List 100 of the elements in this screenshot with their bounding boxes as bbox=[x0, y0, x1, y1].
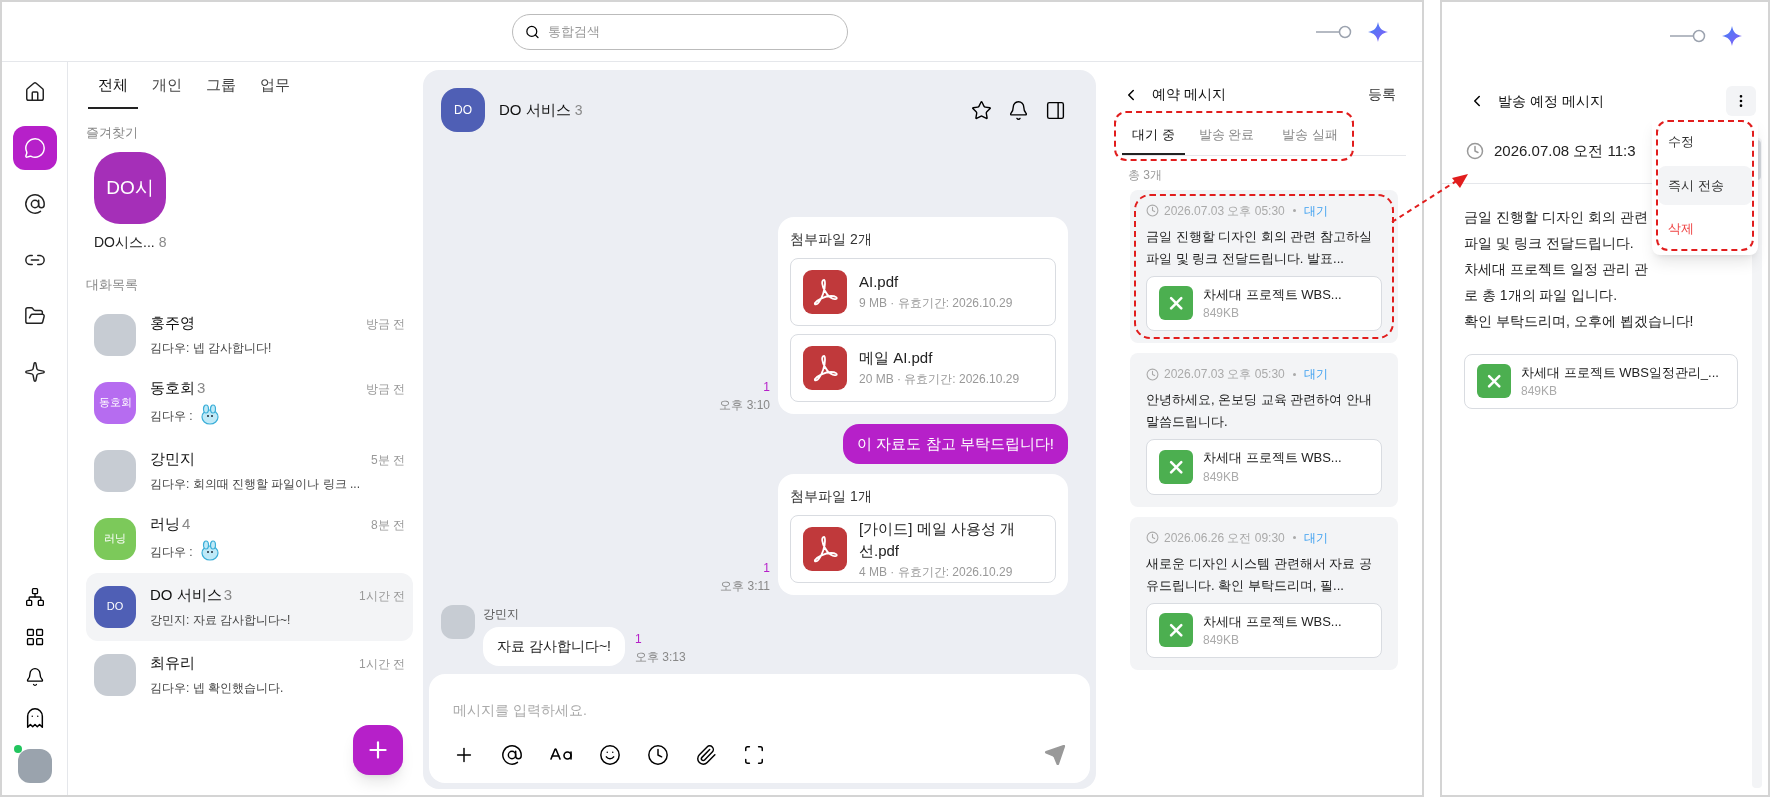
menu-item[interactable]: 수정 bbox=[1658, 122, 1752, 162]
slider-toggle-icon[interactable] bbox=[1670, 29, 1706, 43]
message-preview: 김다우: 넵 감사합니다! bbox=[150, 339, 272, 357]
file-size: 849KB bbox=[1203, 632, 1241, 649]
favorite-avatar[interactable]: DO시 bbox=[94, 152, 166, 224]
file-name: AI.pdf bbox=[859, 272, 900, 293]
file-attachment[interactable]: 차세대 프로젝트 WBS... 849KB bbox=[1146, 602, 1382, 658]
message-text: 안녕하세요, 온보딩 교육 관련하여 안내말씀드립니다. bbox=[1146, 391, 1374, 431]
message-input[interactable]: 메시지를 입력하세요. bbox=[453, 700, 1066, 721]
at-sign-icon[interactable] bbox=[23, 193, 46, 215]
attachment-count: 첨부파일 2개 bbox=[790, 229, 873, 249]
emoji-icon[interactable] bbox=[599, 744, 621, 766]
sparkle-outline-icon[interactable] bbox=[23, 361, 46, 383]
file-attachment[interactable]: 차세대 프로젝트 WBS일정관리_... 849KB bbox=[1464, 353, 1738, 409]
favorite-star-icon[interactable] bbox=[971, 99, 992, 121]
scheduled-time: 2026.07.08 오전 11:3 bbox=[1494, 141, 1636, 161]
clock-icon bbox=[1466, 142, 1484, 161]
side-panel-icon[interactable] bbox=[1045, 99, 1066, 121]
message-text-line: 파일 및 링크 전달드립니다. bbox=[1464, 233, 1634, 253]
bell-icon[interactable] bbox=[1008, 99, 1029, 121]
status-tab[interactable]: 발송 완료 bbox=[1184, 125, 1269, 155]
filter-tab[interactable]: 개인 bbox=[142, 74, 192, 109]
conversation-name: DO 서비스 bbox=[150, 585, 222, 606]
file-attachment[interactable]: AI.pdf 9 MB · 유효기간: 2026.10.29 bbox=[790, 257, 1056, 326]
avatar-placeholder bbox=[94, 313, 136, 356]
conversation-item[interactable]: 러닝 러닝 4 8분 전 김다우 : bbox=[86, 504, 413, 573]
capture-frame-icon[interactable] bbox=[743, 744, 765, 766]
conversation-time: 1시간 전 bbox=[359, 587, 405, 605]
conversation-item[interactable]: 홍주영 방금 전 김다우: 넵 감사합니다! bbox=[86, 300, 413, 369]
mention-icon[interactable] bbox=[501, 744, 523, 766]
group-avatar: DO bbox=[94, 585, 136, 628]
message-preview: 김다우 : bbox=[150, 543, 193, 561]
sender-name: 강민지 bbox=[483, 606, 520, 623]
conversation-item[interactable]: DO DO 서비스3 1시간 전 강민지: 자료 감사합니다~! bbox=[86, 572, 413, 641]
slider-toggle-icon[interactable] bbox=[1316, 24, 1352, 39]
filter-tab[interactable]: 그룹 bbox=[196, 74, 246, 109]
file-name: 차세대 프로젝트 WBS일정관리_... bbox=[1521, 363, 1719, 382]
member-count: 3 bbox=[197, 378, 206, 399]
status-tab[interactable]: 대기 중 bbox=[1122, 125, 1185, 155]
clock-icon[interactable] bbox=[647, 744, 669, 766]
scheduled-message-card[interactable]: 2026.06.26 오전 09:30 대기 새로운 디자인 시스템 관련해서 자료 공유드립니다. 확인 부탁드리며, 필... 차세대 프로젝트 WBS... 849KB bbox=[1130, 516, 1398, 670]
bell-icon[interactable] bbox=[24, 667, 45, 687]
folder-icon[interactable] bbox=[23, 305, 46, 327]
message-text-line: 금일 진행할 디자인 회의 관련 bbox=[1464, 207, 1648, 227]
message-preview: 김다우: 회의때 진행할 파일이나 링크 ... bbox=[150, 475, 360, 493]
apps-grid-icon[interactable] bbox=[24, 627, 45, 647]
file-attachment[interactable]: [가이드] 메일 사용성 개선.pdf 4 MB · 유효기간: 2026.10.29 bbox=[790, 515, 1056, 583]
file-attachment[interactable]: 차세대 프로젝트 WBS... 849KB bbox=[1146, 439, 1382, 495]
scheduled-message-card[interactable]: 2026.07.03 오후 05:30 대기 안녕하세요, 온보딩 교육 관련하여 안내말씀드립니다. 차세대 프로젝트 WBS... 849KB bbox=[1130, 353, 1398, 507]
file-meta: 20 MB · 유효기간: 2026.10.29 bbox=[859, 370, 1020, 388]
conversation-time: 5분 전 bbox=[371, 451, 405, 469]
conversation-time: 1시간 전 bbox=[359, 655, 405, 673]
filter-tab[interactable]: 전체 bbox=[88, 74, 138, 109]
file-meta: 9 MB · 유효기간: 2026.10.29 bbox=[859, 294, 1013, 312]
member-count: 4 bbox=[182, 514, 191, 535]
file-name: [가이드] 메일 사용성 개선.pdf bbox=[859, 518, 1016, 561]
conversation-name: 홍주영 bbox=[150, 313, 195, 334]
conversation-item[interactable]: 동호회 동호회 3 방금 전 김다우 : bbox=[86, 368, 413, 437]
group-avatar: 동호회 bbox=[94, 381, 136, 424]
conversation-name: 러닝 bbox=[150, 514, 180, 535]
conversation-item[interactable]: 강민지 5분 전 김다우: 회의때 진행할 파일이나 링크 ... bbox=[86, 436, 413, 505]
scheduled-message-card[interactable]: 2026.07.03 오후 05:30 대기 금일 진행할 디자인 회의 관련 참고하실 파일 및 링크 전달드립니다. 발표... 차세대 프로젝트 WBS... 849KB bbox=[1130, 189, 1398, 343]
conversation-name: 동호회 bbox=[150, 378, 195, 399]
conversation-time: 방금 전 bbox=[365, 380, 405, 398]
file-size: 849KB bbox=[1203, 305, 1241, 322]
user-avatar[interactable] bbox=[17, 749, 52, 783]
filter-tab[interactable]: 업무 bbox=[250, 74, 300, 109]
paperclip-icon[interactable] bbox=[695, 744, 717, 766]
search-input[interactable]: 통합검색 bbox=[547, 21, 835, 42]
unread-count: 1 bbox=[634, 631, 642, 648]
sparkle-icon[interactable] bbox=[1368, 21, 1388, 42]
sparkle-icon[interactable] bbox=[1722, 26, 1742, 46]
send-icon[interactable] bbox=[1044, 744, 1066, 766]
section-heading: 대화목록 bbox=[86, 276, 139, 294]
file-name: 차세대 프로젝트 WBS... bbox=[1203, 449, 1342, 467]
status-label: 대기 bbox=[1303, 529, 1328, 547]
member-count: 3 bbox=[223, 585, 232, 606]
conversation-name: 강민지 bbox=[150, 449, 195, 470]
org-chart-icon[interactable] bbox=[24, 587, 45, 607]
home-icon[interactable] bbox=[23, 81, 46, 103]
spreadsheet-file-icon bbox=[1477, 364, 1511, 399]
file-attachment[interactable]: 차세대 프로젝트 WBS... 849KB bbox=[1146, 275, 1382, 331]
conversation-item[interactable]: 최유리 1시간 전 김다우: 넵 확인했습니다. bbox=[86, 640, 413, 709]
new-chat-button[interactable] bbox=[353, 725, 403, 775]
avatar-placeholder bbox=[94, 449, 136, 492]
file-attachment[interactable]: 메일 AI.pdf 20 MB · 유효기간: 2026.10.29 bbox=[790, 333, 1056, 402]
avatar-placeholder bbox=[441, 605, 475, 639]
menu-item[interactable]: 삭제 bbox=[1658, 209, 1752, 249]
conversation-time: 방금 전 bbox=[365, 315, 405, 333]
member-count: 8 bbox=[158, 233, 167, 252]
file-size: 849KB bbox=[1521, 383, 1559, 400]
panel-title: 발송 예정 메시지 bbox=[1498, 91, 1604, 111]
nav-chat-bubble-button[interactable] bbox=[12, 126, 57, 170]
menu-item[interactable]: 즉시 전송 bbox=[1658, 165, 1752, 205]
chat-bubble-icon[interactable] bbox=[23, 137, 46, 159]
scheduled-time: 2026.07.03 오후 05:30 bbox=[1164, 202, 1285, 220]
unread-count: 1 bbox=[763, 560, 770, 577]
group-avatar: 러닝 bbox=[94, 517, 136, 560]
status-tab[interactable]: 발송 실패 bbox=[1268, 125, 1352, 155]
register-button[interactable]: 등록 bbox=[1368, 84, 1396, 105]
